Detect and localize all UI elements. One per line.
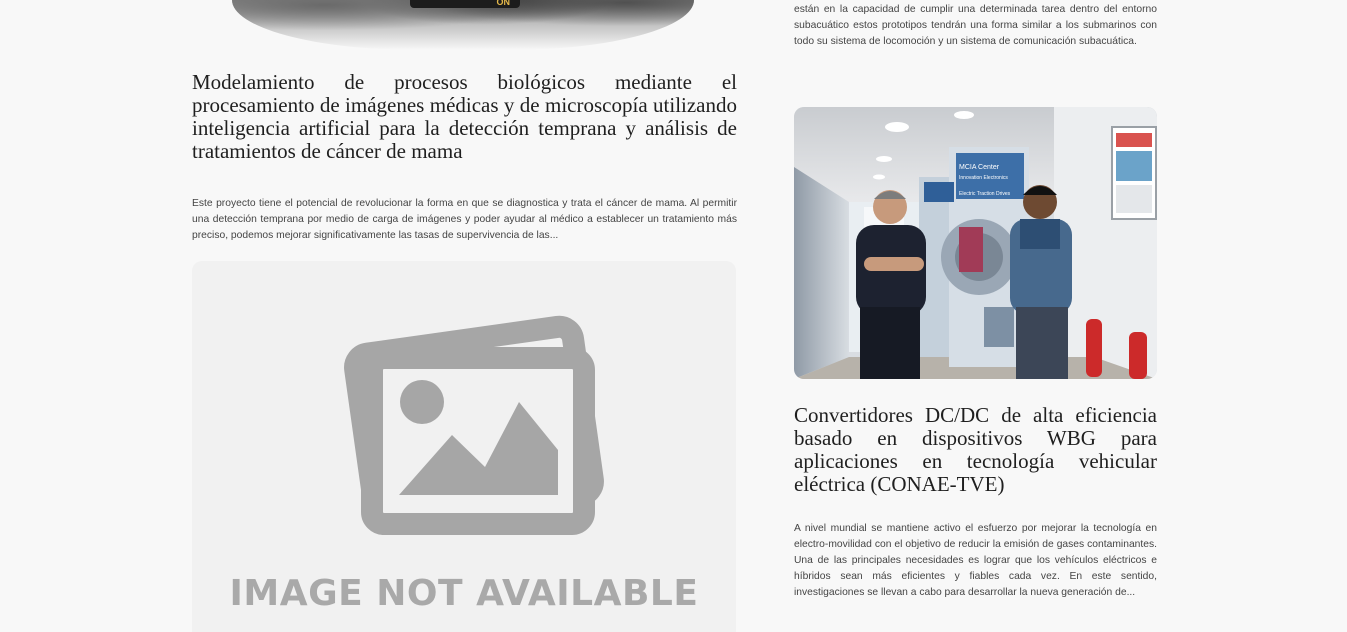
project-excerpt-underwater: están en la capacidad de cumplir una det…	[794, 4, 1157, 47]
previous-card-sign-text: ON	[496, 0, 511, 7]
project-title-conae-tve[interactable]: Convertidores DC/DC de alta eficiencia b…	[794, 404, 1157, 496]
project-photo-conae-tve[interactable]: MCIA Center Innovation Electronics Elect…	[794, 107, 1157, 379]
banner-line-3: Electric Traction Drives	[959, 191, 1011, 197]
project-excerpt-conae-tve: A nivel mundial se mantiene activo el es…	[794, 523, 1157, 598]
banner-line-2: Innovation Electronics	[959, 175, 1008, 181]
image-not-available-text: IMAGE NOT AVAILABLE	[229, 573, 699, 614]
image-not-available-placeholder[interactable]: IMAGE NOT AVAILABLE	[192, 261, 736, 632]
lab-photo: MCIA Center Innovation Electronics Elect…	[794, 107, 1157, 379]
project-excerpt-breast-cancer: Este proyecto tiene el potencial de revo…	[192, 198, 737, 241]
previous-card-sign: ON	[410, 0, 520, 8]
previous-card-image[interactable]: ON	[232, 0, 694, 50]
banner-line-1: MCIA Center	[959, 164, 1000, 171]
project-title-breast-cancer[interactable]: Modelamiento de procesos biológicos medi…	[192, 71, 737, 163]
